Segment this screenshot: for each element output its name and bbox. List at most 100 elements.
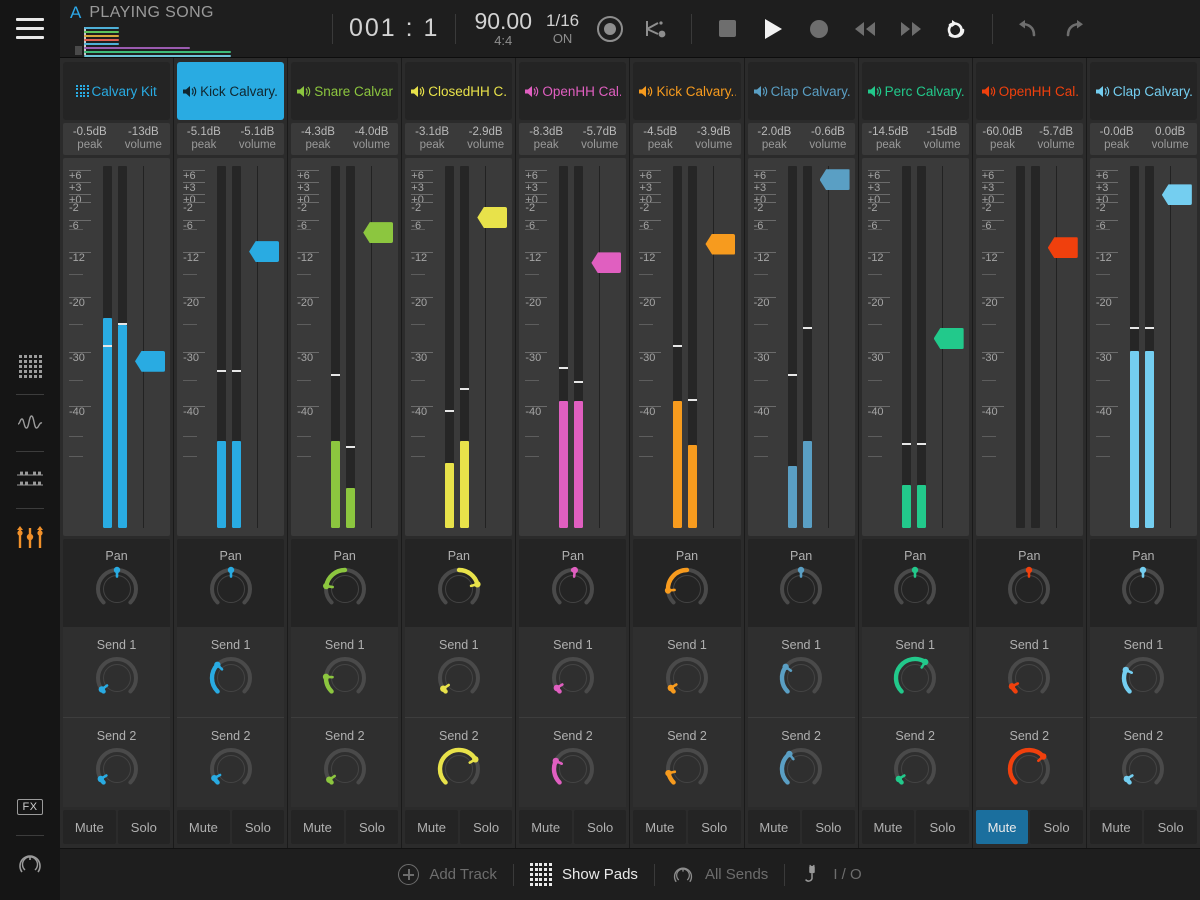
volume-fader-handle[interactable] <box>1161 184 1192 206</box>
pan-control[interactable]: Pan <box>975 539 1083 627</box>
pan-control[interactable]: Pan <box>1089 539 1197 627</box>
fader-area[interactable]: +6 +3 +0 -2 -6 -12 -20 -30 -40 <box>291 158 399 536</box>
solo-button[interactable]: Solo <box>1144 810 1197 844</box>
send1-control[interactable]: Send 1 <box>633 627 741 717</box>
send2-control[interactable]: Send 2 <box>975 717 1083 807</box>
fader-area[interactable]: +6 +3 +0 -2 -6 -12 -20 -30 -40 <box>747 158 855 536</box>
undo-icon[interactable] <box>1005 0 1051 58</box>
pan-control[interactable]: Pan <box>405 539 513 627</box>
send2-knob[interactable] <box>431 745 487 797</box>
solo-button[interactable]: Solo <box>916 810 969 844</box>
mute-button[interactable]: Mute <box>519 810 572 844</box>
send2-knob[interactable] <box>1001 745 1057 797</box>
fader-area[interactable]: +6 +3 +0 -2 -6 -12 -20 -30 -40 <box>861 158 969 536</box>
channel-header[interactable]: Kick Calvary... <box>177 62 285 120</box>
pan-control[interactable]: Pan <box>291 539 399 627</box>
add-track-button[interactable]: Add Track <box>382 864 513 885</box>
mute-button[interactable]: Mute <box>861 810 915 844</box>
send1-knob[interactable] <box>887 654 943 706</box>
volume-fader-handle[interactable] <box>819 169 850 191</box>
clip-overview-strip[interactable] <box>70 26 235 57</box>
peak-readout[interactable]: -5.1dB peak <box>177 123 231 155</box>
pan-control[interactable]: Pan <box>747 539 855 627</box>
send1-knob[interactable] <box>545 654 601 706</box>
sidebar-item-macro[interactable] <box>0 836 60 892</box>
peak-readout[interactable]: -2.0dB peak <box>748 123 802 155</box>
channel-header[interactable]: Snare Calvar... <box>291 62 399 120</box>
channel-header[interactable]: Kick Calvary... <box>633 62 741 120</box>
redo-icon[interactable] <box>1051 0 1097 58</box>
channel-header[interactable]: Calvary Kit <box>63 62 171 120</box>
volume-readout[interactable]: -13dB volume <box>117 123 171 155</box>
mute-button[interactable]: Mute <box>291 810 344 844</box>
play-icon[interactable] <box>750 0 796 58</box>
send2-knob[interactable] <box>545 745 601 797</box>
record-icon[interactable] <box>796 0 842 58</box>
pan-control[interactable]: Pan <box>63 539 171 627</box>
solo-button[interactable]: Solo <box>802 810 855 844</box>
send1-control[interactable]: Send 1 <box>519 627 627 717</box>
channel-header[interactable]: Perc Calvary... <box>861 62 969 120</box>
pan-control[interactable]: Pan <box>633 539 741 627</box>
send2-control[interactable]: Send 2 <box>405 717 513 807</box>
volume-fader-handle[interactable] <box>933 328 964 349</box>
send2-knob[interactable] <box>317 745 373 797</box>
peak-readout[interactable]: -3.1dB peak <box>405 123 459 155</box>
volume-fader-handle[interactable] <box>591 252 622 274</box>
volume-readout[interactable]: -5.7dB volume <box>1029 123 1083 155</box>
send1-control[interactable]: Send 1 <box>861 627 969 717</box>
position-display[interactable]: 001 : 1 <box>345 14 443 43</box>
volume-readout[interactable]: -0.6dB volume <box>801 123 855 155</box>
stop-icon[interactable] <box>704 0 750 58</box>
sidebar-item-pads[interactable] <box>0 338 60 394</box>
pan-knob[interactable] <box>317 565 373 617</box>
send1-knob[interactable] <box>659 654 715 706</box>
pan-knob[interactable] <box>1115 565 1171 617</box>
send2-knob[interactable] <box>659 745 715 797</box>
channel-header[interactable]: OpenHH Cal... <box>975 62 1083 120</box>
quantize-display[interactable]: 1/16 ON <box>538 11 587 46</box>
channel-header[interactable]: Clap Calvary... <box>1089 62 1197 120</box>
song-overview[interactable]: A PLAYING SONG <box>60 3 320 57</box>
solo-button[interactable]: Solo <box>459 810 513 844</box>
peak-readout[interactable]: -60.0dB peak <box>976 123 1030 155</box>
mute-button[interactable]: Mute <box>975 810 1029 844</box>
sidebar-item-audio[interactable] <box>0 395 60 451</box>
pan-knob[interactable] <box>545 565 601 617</box>
show-pads-button[interactable]: Show Pads <box>514 863 654 886</box>
send1-knob[interactable] <box>431 654 487 706</box>
send1-control[interactable]: Send 1 <box>177 627 285 717</box>
send2-control[interactable]: Send 2 <box>633 717 741 807</box>
fader-area[interactable]: +6 +3 +0 -2 -6 -12 -20 -30 -40 <box>519 158 627 536</box>
io-button[interactable]: I / O <box>785 864 877 886</box>
send2-control[interactable]: Send 2 <box>63 717 171 807</box>
send2-control[interactable]: Send 2 <box>291 717 399 807</box>
solo-button[interactable]: Solo <box>573 810 627 844</box>
pan-knob[interactable] <box>89 565 145 617</box>
metronome-icon[interactable] <box>587 0 633 58</box>
channel-header[interactable]: OpenHH Cal... <box>519 62 627 120</box>
send1-knob[interactable] <box>203 654 259 706</box>
volume-fader-handle[interactable] <box>477 207 508 229</box>
mute-button[interactable]: Mute <box>177 810 230 844</box>
pan-control[interactable]: Pan <box>177 539 285 627</box>
send1-control[interactable]: Send 1 <box>291 627 399 717</box>
hamburger-icon[interactable] <box>0 0 60 58</box>
solo-button[interactable]: Solo <box>345 810 399 844</box>
mute-button[interactable]: Mute <box>747 810 801 844</box>
fader-area[interactable]: +6 +3 +0 -2 -6 -12 -20 -30 -40 <box>1089 158 1197 536</box>
solo-button[interactable]: Solo <box>117 810 171 844</box>
send2-control[interactable]: Send 2 <box>1089 717 1197 807</box>
volume-readout[interactable]: -5.1dB volume <box>231 123 285 155</box>
mute-button[interactable]: Mute <box>1089 810 1143 844</box>
pan-knob[interactable] <box>659 565 715 617</box>
peak-readout[interactable]: -14.5dB peak <box>862 123 916 155</box>
fader-area[interactable]: +6 +3 +0 -2 -6 -12 -20 -30 -40 <box>63 158 171 536</box>
sidebar-item-mixer[interactable] <box>0 509 60 565</box>
tempo-display[interactable]: 90.00 4:4 <box>468 9 538 48</box>
loop-icon[interactable] <box>934 0 980 58</box>
send1-control[interactable]: Send 1 <box>1089 627 1197 717</box>
sidebar-item-fx[interactable]: FX <box>0 779 60 835</box>
mute-button[interactable]: Mute <box>63 810 116 844</box>
volume-readout[interactable]: -4.0dB volume <box>345 123 399 155</box>
